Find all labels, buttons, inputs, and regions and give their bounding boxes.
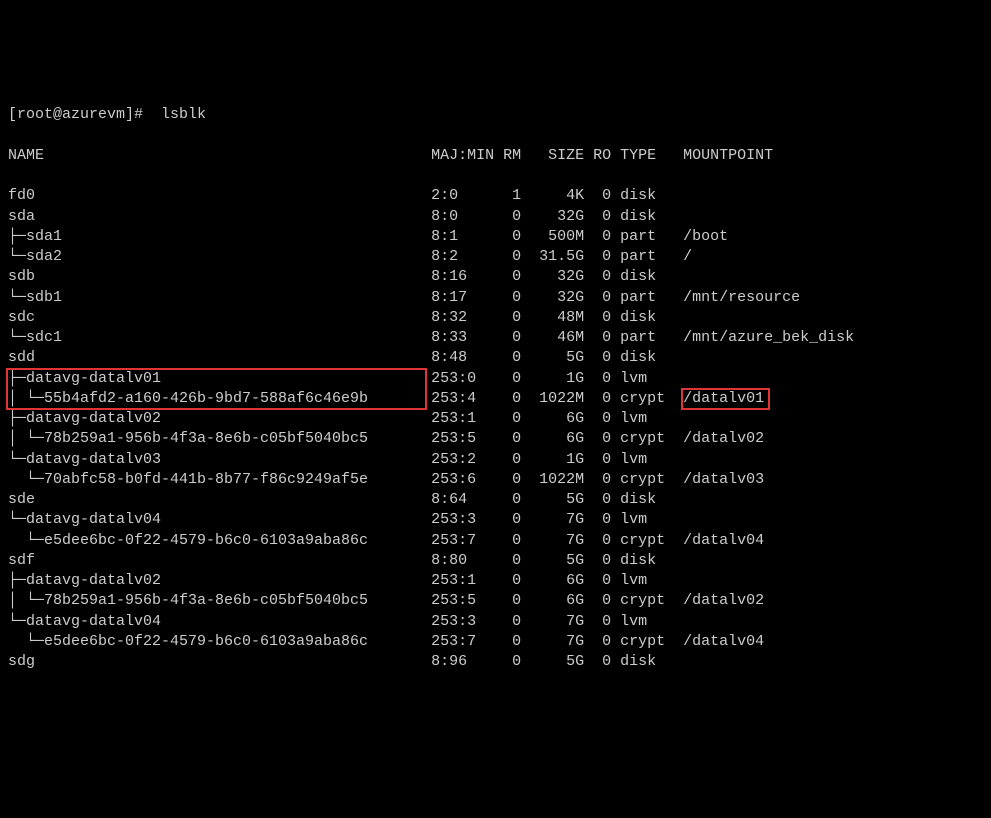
lsblk-row: │ └─78b259a1-956b-4f3a-8e6b-c05bf5040bc5… [8, 591, 854, 611]
lsblk-row: sdg 8:96 0 5G 0 disk [8, 652, 854, 672]
prompt: [root@azurevm]# lsblk [8, 106, 206, 123]
lsblk-row: └─datavg-datalv03 253:2 0 1G 0 lvm [8, 450, 854, 470]
lsblk-row: ├─datavg-datalv02 253:1 0 6G 0 lvm [8, 571, 854, 591]
lsblk-row: └─70abfc58-b0fd-441b-8b77-f86c9249af5e 2… [8, 470, 854, 490]
lsblk-row: sdf 8:80 0 5G 0 disk [8, 551, 854, 571]
lsblk-row: └─sdc1 8:33 0 46M 0 part /mnt/azure_bek_… [8, 328, 854, 348]
lsblk-row: └─datavg-datalv04 253:3 0 7G 0 lvm [8, 612, 854, 632]
lsblk-row: └─e5dee6bc-0f22-4579-b6c0-6103a9aba86c 2… [8, 632, 854, 652]
lsblk-row: sda 8:0 0 32G 0 disk [8, 207, 854, 227]
lsblk-row: │ └─78b259a1-956b-4f3a-8e6b-c05bf5040bc5… [8, 429, 854, 449]
prompt-line: [root@azurevm]# lsblk [8, 105, 854, 125]
lsblk-row: └─sda2 8:2 0 31.5G 0 part / [8, 247, 854, 267]
lsblk-row: sde 8:64 0 5G 0 disk [8, 490, 854, 510]
lsblk-row: └─sdb1 8:17 0 32G 0 part /mnt/resource [8, 288, 854, 308]
lsblk-row: sdb 8:16 0 32G 0 disk [8, 267, 854, 287]
lsblk-row: sdd 8:48 0 5G 0 disk [8, 348, 854, 368]
lsblk-row: ├─sda1 8:1 0 500M 0 part /boot [8, 227, 854, 247]
lsblk-row: ├─datavg-datalv01 253:0 0 1G 0 lvm [8, 369, 854, 389]
terminal-output: [root@azurevm]# lsblk NAME MAJ:MIN RM SI… [8, 85, 854, 733]
lsblk-row: └─e5dee6bc-0f22-4579-b6c0-6103a9aba86c 2… [8, 531, 854, 551]
lsblk-row: └─datavg-datalv04 253:3 0 7G 0 lvm [8, 510, 854, 530]
lsblk-row: fd0 2:0 1 4K 0 disk [8, 186, 854, 206]
lsblk-row: sdc 8:32 0 48M 0 disk [8, 308, 854, 328]
lsblk-row: │ └─55b4afd2-a160-426b-9bd7-588af6c46e9b… [8, 389, 854, 409]
lsblk-header: NAME MAJ:MIN RM SIZE RO TYPE MOUNTPOINT [8, 146, 854, 166]
lsblk-row: ├─datavg-datalv02 253:1 0 6G 0 lvm [8, 409, 854, 429]
